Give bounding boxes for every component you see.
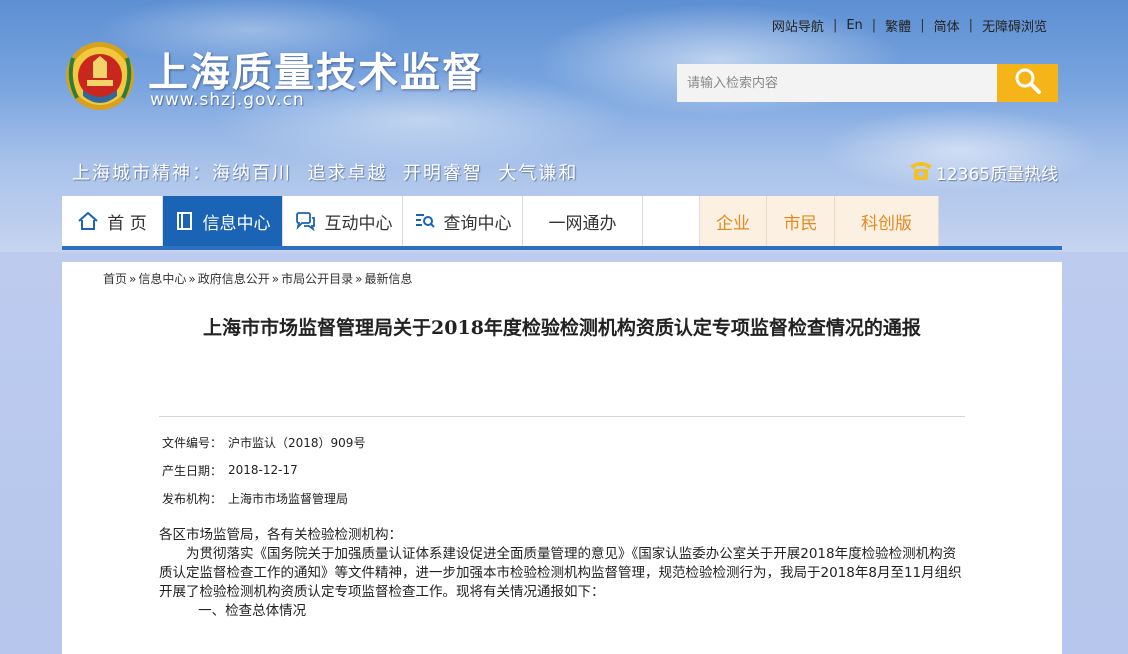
meta-row-doc-number: 文件编号： 沪市监认（2018）909号 bbox=[162, 428, 365, 456]
magnifier-icon bbox=[1014, 67, 1042, 99]
nav-citizen[interactable]: 市民 bbox=[767, 196, 835, 246]
main-nav: 首 页 信息中心 互动中心 查询中心 一网通办 企业 市民 科创版 bbox=[62, 196, 939, 246]
nav-label: 查询中心 bbox=[443, 213, 512, 234]
nav-home[interactable]: 首 页 bbox=[62, 196, 163, 246]
nav-label: 市民 bbox=[783, 213, 818, 234]
content-panel: 首页 » 信息中心 » 政府信息公开 » 市局公开目录 » 最新信息 上海市市场… bbox=[62, 262, 1062, 654]
meta-value: 上海市市场监督管理局 bbox=[228, 491, 349, 506]
chevron-right-icon: » bbox=[129, 271, 137, 286]
city-spirit-slogan: 上海城市精神：海纳百川 追求卓越 开明睿智 大气谦和 bbox=[72, 163, 579, 184]
book-icon bbox=[175, 211, 195, 231]
breadcrumb-home[interactable]: 首页 bbox=[103, 270, 127, 287]
meta-value: 2018-12-17 bbox=[228, 463, 298, 477]
meta-label: 发布机构： bbox=[162, 491, 223, 506]
section-heading: 一、检查总体情况 bbox=[198, 603, 307, 619]
breadcrumb: 首页 » 信息中心 » 政府信息公开 » 市局公开目录 » 最新信息 bbox=[103, 270, 412, 287]
nav-label: 首 页 bbox=[107, 213, 147, 234]
hotline-text: 12365质量热线 bbox=[936, 165, 1059, 185]
chat-icon bbox=[293, 211, 317, 231]
nav-label: 一网通办 bbox=[548, 213, 617, 234]
accessibility-link[interactable]: 无障碍浏览 bbox=[973, 16, 1056, 35]
telephone-icon bbox=[908, 158, 936, 187]
article-body: 各区市场监管局，各有关检验检测机构： 为贯彻落实《国务院关于加强质量认证体系建设… bbox=[159, 526, 965, 621]
breadcrumb-info-center[interactable]: 信息中心 bbox=[138, 270, 186, 287]
site-url: www.shzj.gov.cn bbox=[150, 90, 305, 110]
nav-star-market[interactable]: 科创版 bbox=[835, 196, 939, 246]
top-links: 网站导航 | En | 繁體 | 简体 | 无障碍浏览 bbox=[763, 16, 1056, 35]
nav-label: 互动中心 bbox=[324, 213, 393, 234]
simplified-chinese-link[interactable]: 简体 bbox=[925, 16, 969, 35]
meta-label: 产生日期： bbox=[162, 463, 223, 478]
search-bar bbox=[677, 64, 1058, 102]
nav-underline bbox=[62, 246, 1062, 250]
nav-label: 企业 bbox=[716, 213, 750, 234]
article-greeting: 各区市场监管局，各有关检验检测机构： bbox=[159, 527, 402, 543]
chevron-right-icon: » bbox=[355, 271, 363, 286]
meta-row-date: 产生日期： 2018-12-17 bbox=[162, 456, 365, 484]
nav-query-center[interactable]: 查询中心 bbox=[403, 196, 523, 246]
meta-value: 沪市监认（2018）909号 bbox=[228, 435, 366, 450]
nav-label: 信息中心 bbox=[202, 213, 271, 234]
english-link[interactable]: En bbox=[837, 18, 871, 33]
breadcrumb-latest[interactable]: 最新信息 bbox=[364, 270, 412, 287]
nav-info-center[interactable]: 信息中心 bbox=[163, 196, 283, 246]
breadcrumb-catalog[interactable]: 市局公开目录 bbox=[281, 270, 353, 287]
chevron-right-icon: » bbox=[271, 271, 280, 286]
divider bbox=[159, 416, 965, 417]
hotline[interactable]: 12365质量热线 bbox=[908, 158, 1058, 187]
search-list-icon bbox=[414, 211, 436, 231]
nav-spacer bbox=[643, 196, 700, 246]
meta-row-publisher: 发布机构： 上海市市场监督管理局 bbox=[162, 484, 365, 512]
nav-one-stop-service[interactable]: 一网通办 bbox=[523, 196, 643, 246]
traditional-chinese-link[interactable]: 繁體 bbox=[876, 16, 920, 35]
breadcrumb-gov-info[interactable]: 政府信息公开 bbox=[198, 270, 270, 287]
site-nav-link[interactable]: 网站导航 bbox=[763, 16, 833, 35]
nav-enterprise[interactable]: 企业 bbox=[700, 196, 767, 246]
home-icon bbox=[77, 211, 99, 231]
article-title: 上海市市场监督管理局关于2018年度检验检测机构资质认定专项监督检查情况的通报 bbox=[203, 317, 921, 339]
nav-label: 科创版 bbox=[861, 213, 912, 234]
nav-interaction-center[interactable]: 互动中心 bbox=[283, 196, 403, 246]
article-paragraph: 为贯彻落实《国务院关于加强质量认证体系建设促进全面质量管理的意见》《国家认监委办… bbox=[159, 546, 962, 600]
emblem-logo-icon[interactable] bbox=[63, 38, 137, 116]
chevron-right-icon: » bbox=[188, 271, 196, 286]
meta-label: 文件编号： bbox=[162, 435, 223, 450]
search-input[interactable] bbox=[677, 64, 997, 102]
search-button[interactable] bbox=[997, 64, 1058, 102]
article-meta: 文件编号： 沪市监认（2018）909号 产生日期： 2018-12-17 发布… bbox=[162, 428, 365, 512]
